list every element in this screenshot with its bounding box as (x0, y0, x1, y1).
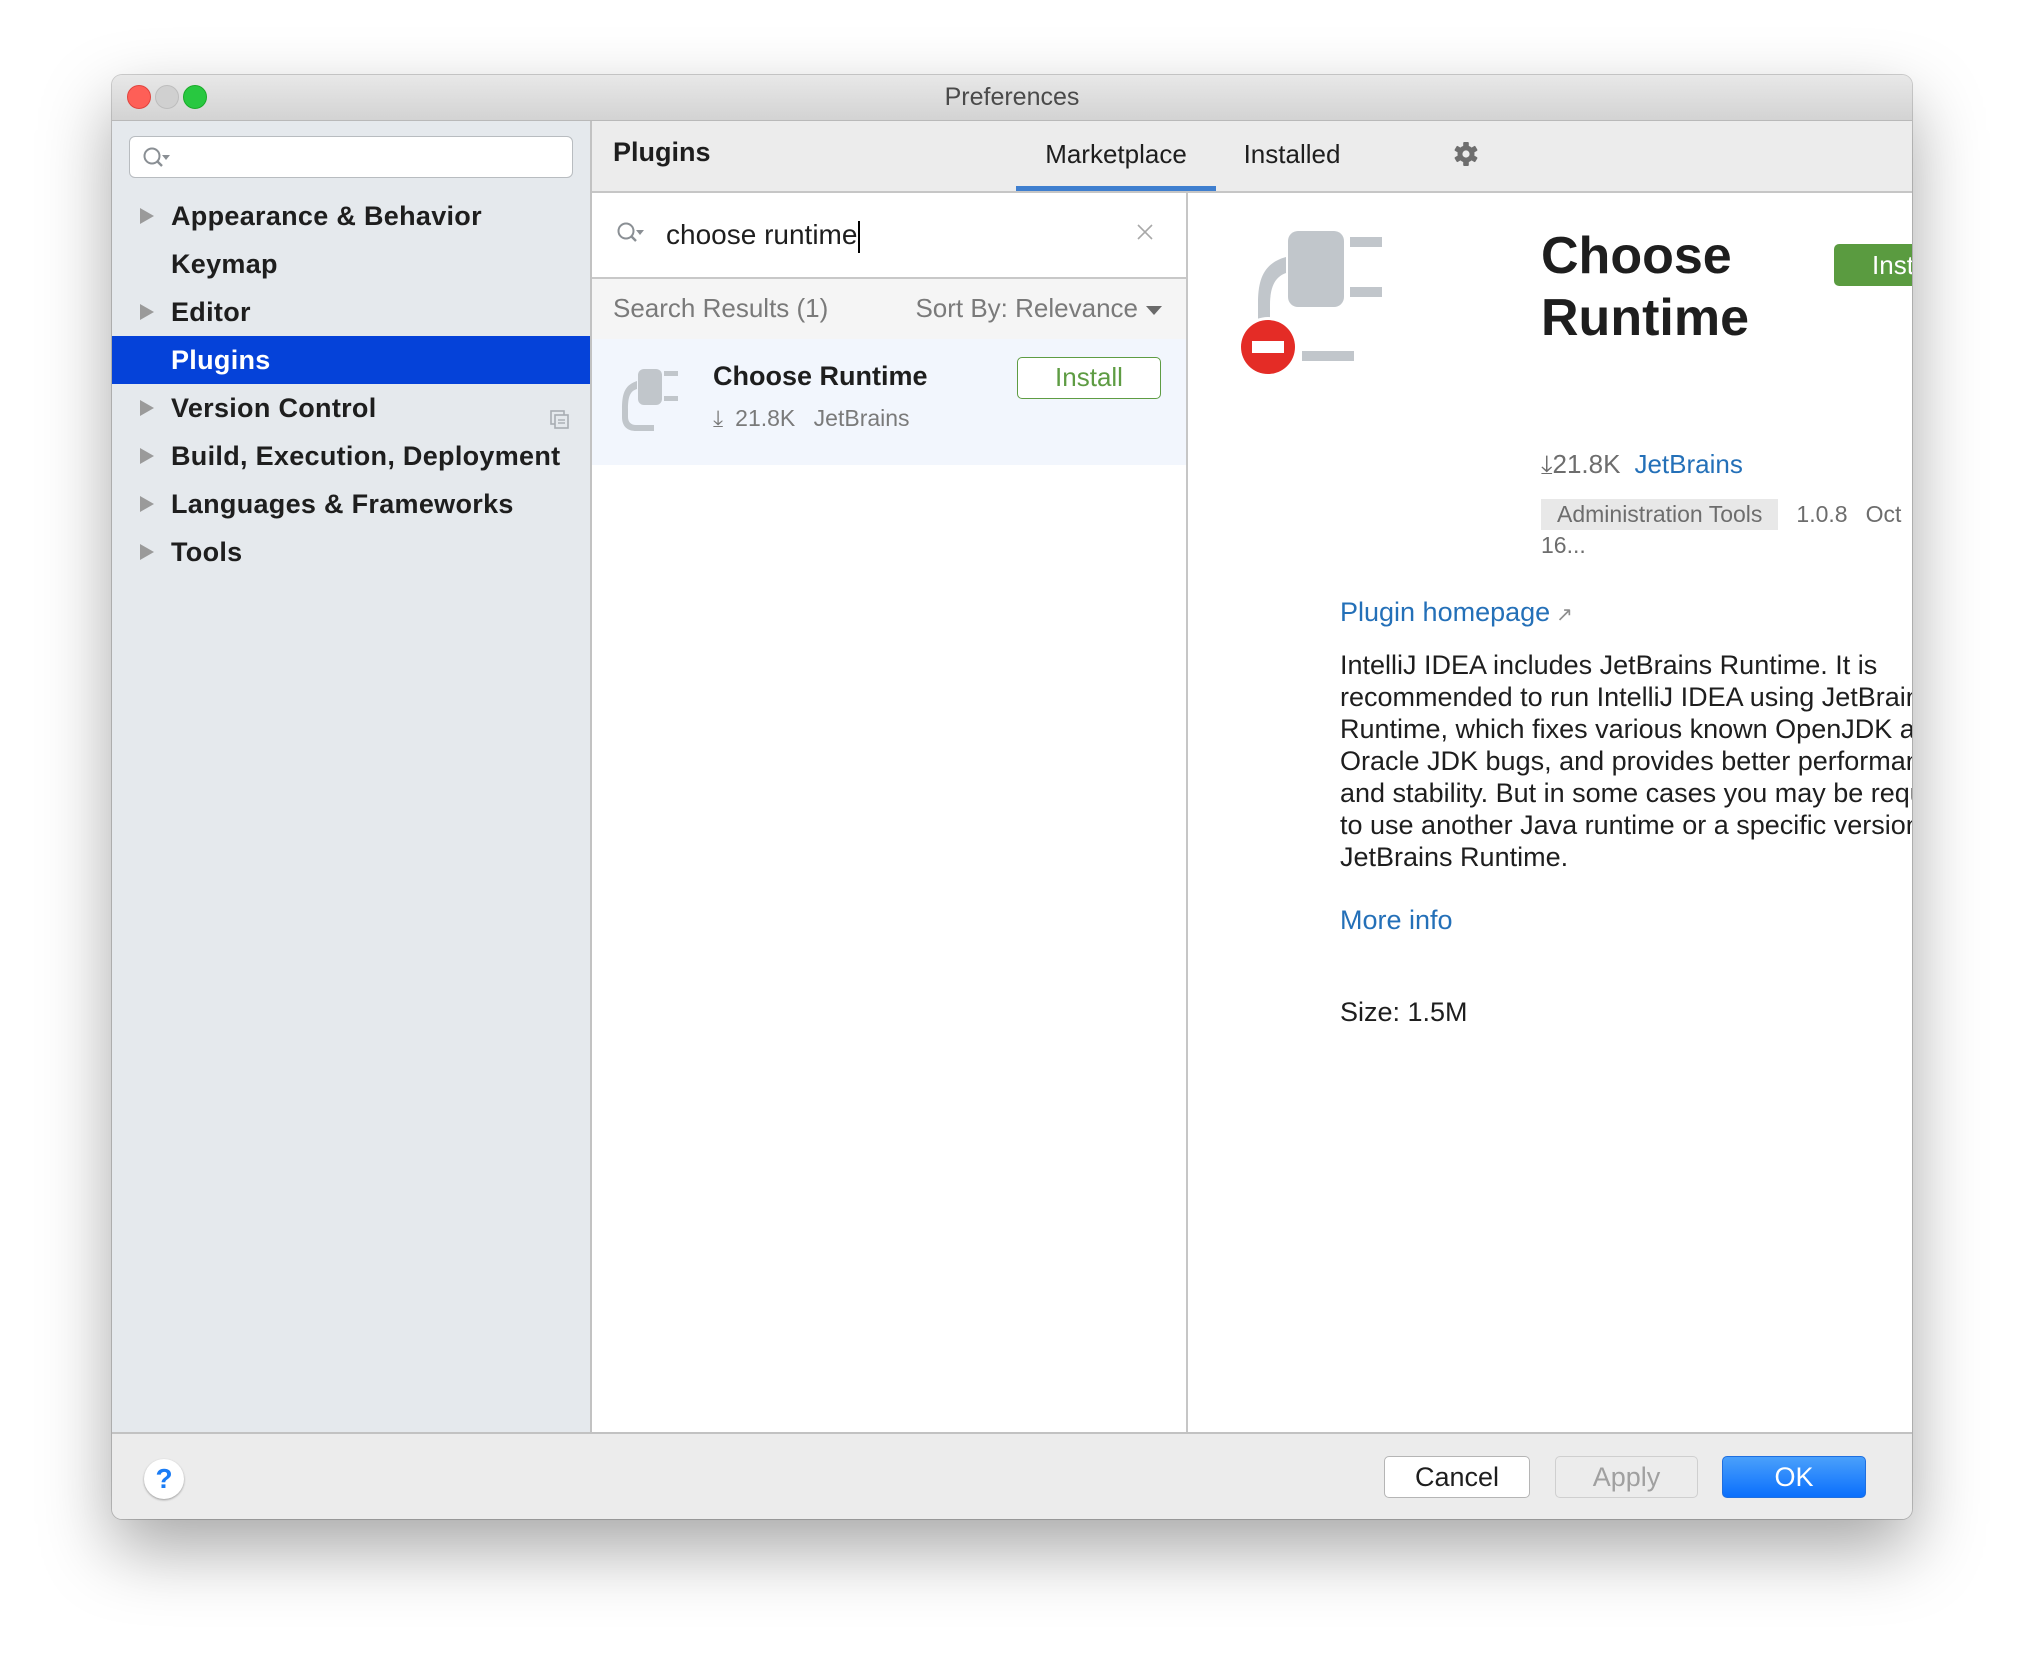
plugin-title: Choose Runtime (1541, 227, 1749, 347)
page-title: Plugins (613, 137, 711, 167)
external-link-icon: ↗ (1556, 604, 1573, 626)
sidebar-item-keymap[interactable]: Keymap (112, 240, 590, 288)
ok-button[interactable]: OK (1722, 1456, 1866, 1498)
install-button-primary[interactable]: Install (1834, 244, 1912, 286)
gear-icon[interactable] (1452, 140, 1480, 173)
help-button[interactable]: ? (144, 1459, 184, 1499)
plugin-homepage-link[interactable]: Plugin homepage ↗ (1340, 597, 1573, 628)
plugin-name: Choose Runtime (713, 361, 928, 391)
plugin-stats: ⤓21.8K JetBrains (1541, 449, 1743, 481)
dialog-footer: ? Cancel Apply OK (112, 1432, 1912, 1519)
plugin-tags: Administration Tools 1.0.8 Oct 16... (1541, 499, 1912, 558)
plugin-search-input[interactable]: choose runtime (592, 193, 1186, 279)
expand-arrow-icon[interactable] (140, 400, 154, 416)
tab-label: Installed (1243, 139, 1341, 169)
tab-label: Marketplace (1045, 139, 1187, 169)
chevron-down-icon (1146, 305, 1162, 315)
sidebar-item-appearance-behavior[interactable]: Appearance & Behavior (112, 192, 590, 240)
expand-arrow-icon[interactable] (140, 544, 154, 560)
tab-installed[interactable]: Installed (1242, 121, 1342, 191)
active-tab-indicator (1016, 186, 1216, 191)
expand-arrow-icon[interactable] (140, 448, 154, 464)
sidebar-item-label: Version Control (171, 393, 377, 423)
search-icon (142, 146, 172, 175)
plugin-results-panel: choose runtime Search Results (1) Sort B… (592, 193, 1188, 1433)
sidebar-item-label: Keymap (171, 249, 278, 279)
plugin-downloads: 21.8K (735, 405, 796, 431)
expand-arrow-icon[interactable] (140, 208, 154, 224)
tab-marketplace[interactable]: Marketplace (1016, 121, 1216, 191)
sidebar-item-label: Plugins (171, 345, 271, 375)
sidebar-item-plugins[interactable]: Plugins (112, 336, 590, 384)
cancel-button[interactable]: Cancel (1384, 1456, 1530, 1498)
plugin-list-item[interactable]: Choose Runtime ⤓ 21.8K JetBrains Install (592, 339, 1186, 465)
results-bar: Search Results (1) Sort By: Relevance (592, 279, 1186, 339)
plugin-description: IntelliJ IDEA includes JetBrains Runtime… (1340, 650, 1912, 872)
sidebar-item-label: Editor (171, 297, 251, 327)
title-bar: Preferences (112, 75, 1912, 121)
install-button[interactable]: Install (1017, 357, 1161, 399)
plugin-downloads: 21.8K (1552, 449, 1621, 479)
search-icon (616, 221, 646, 250)
preferences-window: Preferences Appearance & Behavior Keymap (112, 75, 1912, 1519)
plugin-detail-panel: Choose Runtime Install ⤓21.8K JetBrains A… (1188, 193, 1912, 1433)
plugin-icon (614, 361, 690, 442)
category-tag[interactable]: Administration Tools (1541, 499, 1779, 530)
search-query-text[interactable]: choose runtime (666, 193, 861, 277)
settings-tree: Appearance & Behavior Keymap Editor Plug… (112, 192, 590, 576)
expand-arrow-icon[interactable] (140, 304, 154, 320)
more-info-link[interactable]: More info (1340, 905, 1453, 936)
download-icon: ⤓ (1541, 449, 1553, 479)
expand-arrow-icon[interactable] (140, 496, 154, 512)
text-caret (858, 220, 861, 253)
plugin-size: Size: 1.5M (1340, 997, 1468, 1027)
sort-dropdown[interactable]: Sort By: Relevance (915, 279, 1162, 337)
settings-sidebar: Appearance & Behavior Keymap Editor Plug… (112, 121, 592, 1433)
plugin-incompatible-icon (1238, 227, 1388, 382)
settings-search-input[interactable] (129, 136, 573, 178)
sidebar-item-label: Languages & Frameworks (171, 489, 514, 519)
sidebar-item-build-execution-deployment[interactable]: Build, Execution, Deployment (112, 432, 590, 480)
sidebar-item-label: Appearance & Behavior (171, 201, 482, 231)
sidebar-item-label: Build, Execution, Deployment (171, 441, 561, 471)
apply-button[interactable]: Apply (1555, 1456, 1698, 1498)
sidebar-item-editor[interactable]: Editor (112, 288, 590, 336)
clear-search-icon[interactable] (1136, 223, 1154, 246)
download-icon: ⤓ (713, 405, 724, 431)
plugins-header: Plugins Marketplace Installed (592, 121, 1912, 193)
plugin-vendor: JetBrains (813, 405, 910, 431)
search-results-count: Search Results (1) (613, 293, 829, 323)
vendor-link[interactable]: JetBrains (1634, 449, 1742, 479)
sidebar-item-tools[interactable]: Tools (112, 528, 590, 576)
plugin-version: 1.0.8 (1796, 501, 1848, 527)
sidebar-item-languages-frameworks[interactable]: Languages & Frameworks (112, 480, 590, 528)
sidebar-item-label: Tools (171, 537, 243, 567)
sidebar-item-version-control[interactable]: Version Control (112, 384, 590, 432)
window-title: Preferences (944, 83, 1080, 111)
plugin-meta: ⤓ 21.8K JetBrains (713, 405, 922, 432)
